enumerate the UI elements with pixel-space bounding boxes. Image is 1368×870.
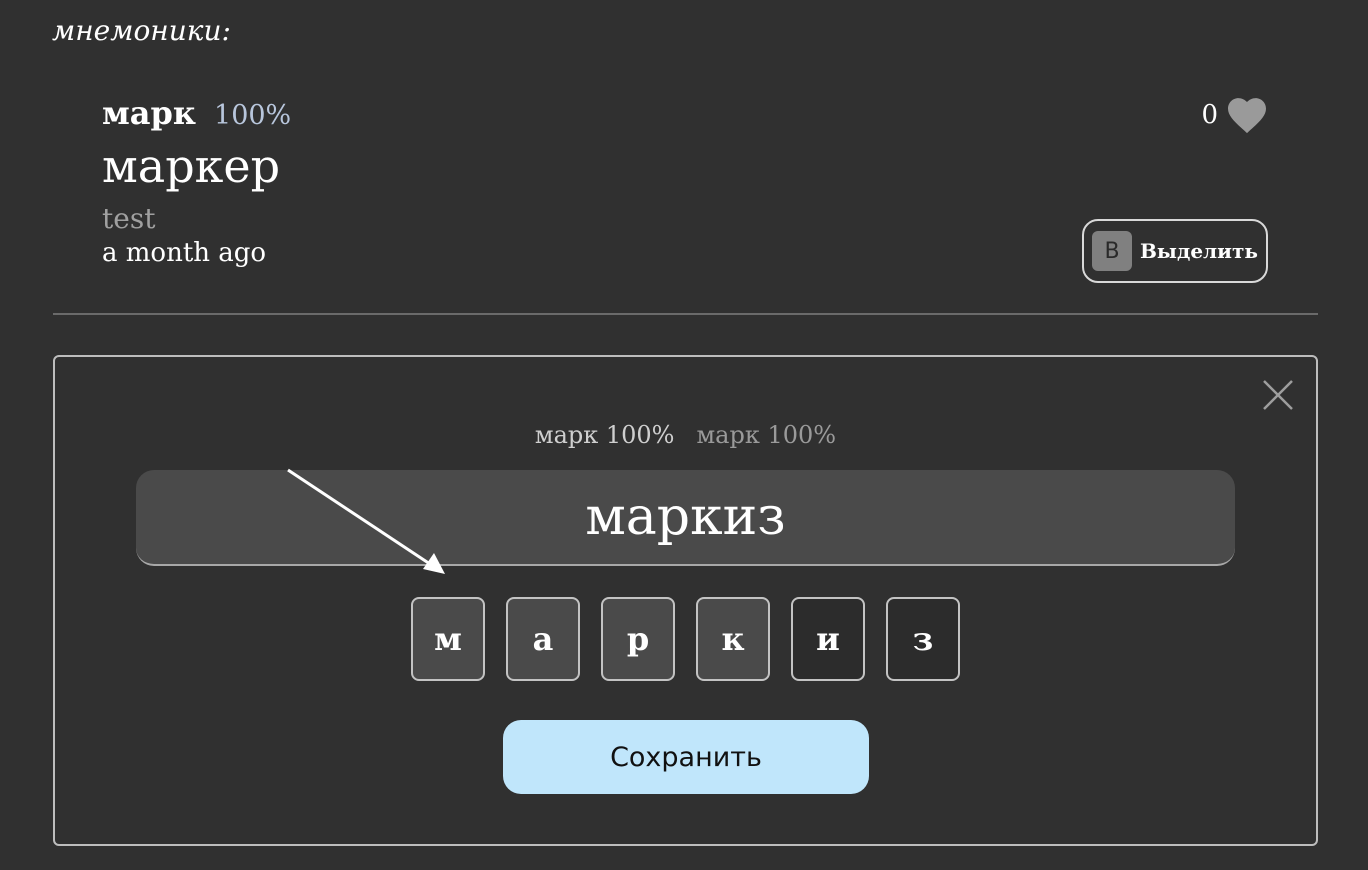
heart-icon[interactable] xyxy=(1226,96,1268,134)
entry-author[interactable]: test xyxy=(102,202,291,236)
section-title: мнемоники: xyxy=(52,14,231,47)
letter-tile[interactable]: и xyxy=(791,597,865,681)
mnemonic-editor: марк 100% марк 100% маркиз м а р к и з С… xyxy=(53,355,1318,846)
likes: 0 xyxy=(1201,96,1268,134)
letter-tile[interactable]: з xyxy=(886,597,960,681)
mnemonic-entry: марк 100% маркер test a month ago xyxy=(102,94,291,270)
letter-tile[interactable]: р xyxy=(601,597,675,681)
like-count: 0 xyxy=(1201,100,1218,130)
divider xyxy=(53,313,1318,315)
variant-list: марк 100% марк 100% xyxy=(55,421,1316,449)
select-button[interactable]: B Выделить xyxy=(1082,219,1268,283)
save-button[interactable]: Сохранить xyxy=(503,720,869,794)
entry-key: марк xyxy=(102,94,197,132)
letter-tile[interactable]: м xyxy=(411,597,485,681)
close-icon[interactable] xyxy=(1258,375,1298,415)
entry-time: a month ago xyxy=(102,238,267,268)
entry-percent: 100% xyxy=(214,100,292,131)
entry-word: маркер xyxy=(102,139,281,193)
letter-tiles: м а р к и з xyxy=(55,597,1316,681)
select-button-label: Выделить xyxy=(1140,239,1258,263)
letter-tile[interactable]: к xyxy=(696,597,770,681)
letter-tile[interactable]: а xyxy=(506,597,580,681)
entry-header: марк 100% xyxy=(102,94,291,132)
shortcut-key-badge: B xyxy=(1092,231,1133,271)
variant-item[interactable]: марк 100% xyxy=(535,421,675,449)
variant-item[interactable]: марк 100% xyxy=(697,421,837,449)
word-input[interactable]: маркиз xyxy=(136,470,1235,566)
